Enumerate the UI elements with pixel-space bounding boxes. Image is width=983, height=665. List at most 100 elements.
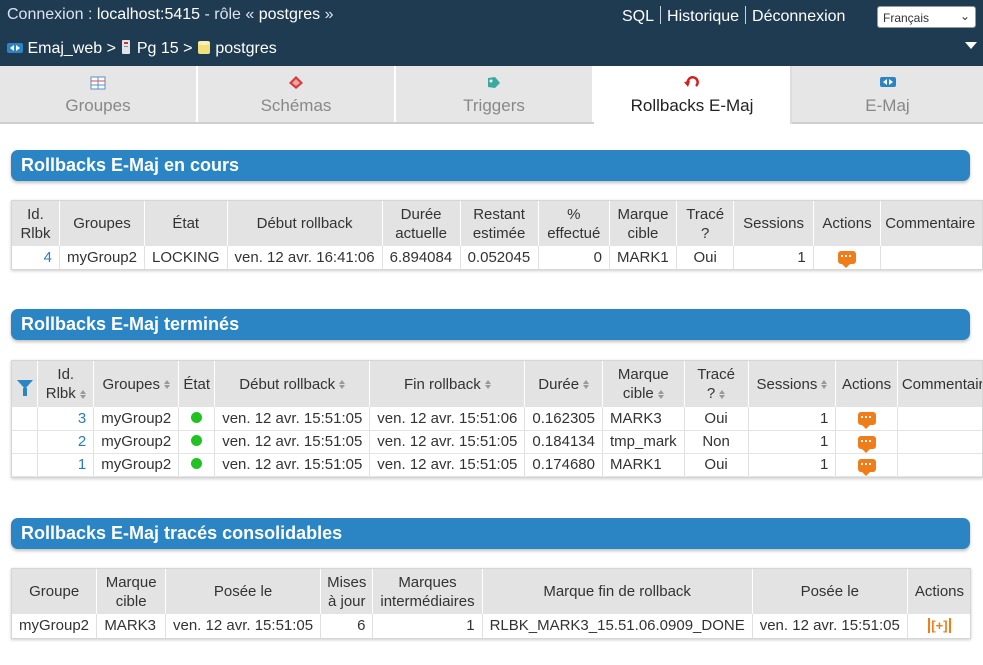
tab-label: Schémas xyxy=(260,96,332,115)
comment-icon[interactable] xyxy=(857,435,876,453)
cell-select xyxy=(12,407,39,431)
col-header[interactable]: Tracé? xyxy=(676,201,735,246)
cell-state xyxy=(178,430,216,454)
breadcrumb-app[interactable]: Emaj_web xyxy=(27,40,102,57)
cell-sessions: 1 xyxy=(748,407,837,431)
col-header[interactable]: Id. Rlbk xyxy=(12,201,60,246)
consolidate-icon[interactable]: [+] xyxy=(928,618,951,634)
col-header[interactable]: Groupes xyxy=(59,201,146,246)
sort-icon[interactable] xyxy=(79,389,86,399)
sort-icon[interactable] xyxy=(583,380,590,390)
cell-mark: MARK3 xyxy=(96,614,166,638)
top-bar: Connexion : localhost:5415 - rôle « post… xyxy=(0,0,983,66)
col-header[interactable]: Début rollback xyxy=(214,361,371,407)
cell-end: ven. 12 avr. 15:51:05 xyxy=(369,453,526,477)
section-header-running: Rollbacks E-Maj en cours xyxy=(11,150,970,181)
status-ok-icon xyxy=(191,435,203,446)
cell-duration: 0.184134 xyxy=(524,430,603,454)
col-header[interactable]: Id. Rlbk xyxy=(37,361,95,407)
col-header[interactable]: Sessions xyxy=(748,361,837,407)
history-link[interactable]: Historique xyxy=(667,8,739,25)
table-row: 2 myGroup2 ven. 12 avr. 15:51:05 ven. 12… xyxy=(12,430,982,454)
cell-logged: Oui xyxy=(684,453,749,477)
cell-end-mark: RLBK_MARK3_15.51.06.0909_DONE xyxy=(482,614,753,638)
cell-groups: myGroup2 xyxy=(59,246,146,269)
logout-link[interactable]: Déconnexion xyxy=(752,8,845,25)
col-header: Actions xyxy=(907,569,970,614)
col-header: Posée le xyxy=(165,569,322,614)
col-header[interactable]: Tracé? xyxy=(684,361,749,407)
rollback-id-link[interactable]: 1 xyxy=(37,453,95,477)
language-select[interactable]: Français ⌄ xyxy=(877,6,976,28)
sql-link[interactable]: SQL xyxy=(622,8,654,25)
chevron-down-icon: ⌄ xyxy=(959,9,970,23)
role-suffix: » xyxy=(324,6,334,23)
col-header[interactable]: Marque cible xyxy=(602,361,685,407)
connection-label: Connexion : xyxy=(7,6,93,23)
col-header[interactable]: Fin rollback xyxy=(369,361,526,407)
cell-mark: MARK3 xyxy=(602,407,685,431)
caret-down-icon[interactable] xyxy=(965,42,977,49)
col-header: Posée le xyxy=(752,569,908,614)
comment-action[interactable] xyxy=(835,407,898,431)
rollback-id-link[interactable]: 4 xyxy=(12,246,60,269)
cell-pct: 0 xyxy=(538,246,611,269)
cell-comment xyxy=(897,453,982,477)
breadcrumb-database[interactable]: postgres xyxy=(215,40,276,57)
cell-state: LOCKING xyxy=(144,246,228,269)
rollback-icon xyxy=(684,75,700,95)
cell-groups: myGroup2 xyxy=(93,430,180,454)
cell-logged: Oui xyxy=(676,246,735,269)
filter-icon[interactable] xyxy=(16,379,33,396)
breadcrumb-server[interactable]: Pg 15 xyxy=(137,40,179,57)
sort-icon[interactable] xyxy=(821,380,828,390)
sort-icon[interactable] xyxy=(339,380,346,390)
col-header[interactable]: Début rollback xyxy=(227,201,383,246)
col-header[interactable]: Groupes xyxy=(93,361,180,407)
col-header[interactable]: Sessions xyxy=(733,201,814,246)
tab-label: E-Maj xyxy=(865,96,910,115)
comment-action[interactable] xyxy=(835,430,898,454)
tab-groups[interactable]: Groupes xyxy=(0,66,198,122)
comment-icon[interactable] xyxy=(857,458,876,476)
language-value: Français xyxy=(883,11,930,25)
cell-start: ven. 12 avr. 15:51:05 xyxy=(214,430,371,454)
col-header[interactable]: Durée actuelle xyxy=(382,201,461,246)
sort-icon[interactable] xyxy=(657,389,664,399)
cell-groups: myGroup2 xyxy=(93,407,180,431)
consolidate-action[interactable]: [+] xyxy=(907,614,970,638)
comment-icon[interactable] xyxy=(837,251,856,269)
breadcrumb-separator: > xyxy=(106,40,116,57)
col-header[interactable]: État xyxy=(144,201,228,246)
col-header[interactable]: % effectué xyxy=(538,201,611,246)
tab-emaj[interactable]: E-Maj xyxy=(792,66,983,122)
tab-rollbacks[interactable]: Rollbacks E-Maj xyxy=(594,66,792,124)
server-icon xyxy=(120,40,132,59)
sort-icon[interactable] xyxy=(484,380,491,390)
sort-icon[interactable] xyxy=(163,380,170,390)
cell-logged: Non xyxy=(684,430,749,454)
cell-mark: MARK1 xyxy=(602,453,685,477)
table-header-row: Id. Rlbk Groupes État Début rollback Duré… xyxy=(12,201,982,246)
cell-group: myGroup2 xyxy=(12,614,98,638)
cell-start: ven. 12 avr. 16:41:06 xyxy=(227,246,383,269)
rollback-id-link[interactable]: 2 xyxy=(37,430,95,454)
col-header[interactable]: Marque cible xyxy=(609,201,677,246)
database-icon xyxy=(197,40,211,59)
tab-triggers[interactable]: Triggers xyxy=(396,66,594,122)
col-header[interactable]: Durée xyxy=(524,361,603,407)
status-ok-icon xyxy=(191,458,203,469)
rollback-id-link[interactable]: 3 xyxy=(37,407,95,431)
comment-action[interactable] xyxy=(813,246,882,269)
comment-action[interactable] xyxy=(835,453,898,477)
consolidable-rollbacks-table: Groupe Marque cible Posée le Mises à jour … xyxy=(11,568,971,639)
table-header-row: Groupe Marque cible Posée le Mises à jour … xyxy=(12,569,970,614)
link-divider xyxy=(745,6,747,24)
filter-toggle[interactable] xyxy=(12,361,39,407)
tab-schemas[interactable]: Schémas xyxy=(198,66,396,122)
sort-icon[interactable] xyxy=(719,389,726,399)
col-header[interactable]: Restant estimée xyxy=(460,201,539,246)
cell-end: ven. 12 avr. 15:51:06 xyxy=(369,407,526,431)
table-header-row: Id. Rlbk Groupes État Début rollback Fin … xyxy=(12,361,982,407)
comment-icon[interactable] xyxy=(857,412,876,430)
